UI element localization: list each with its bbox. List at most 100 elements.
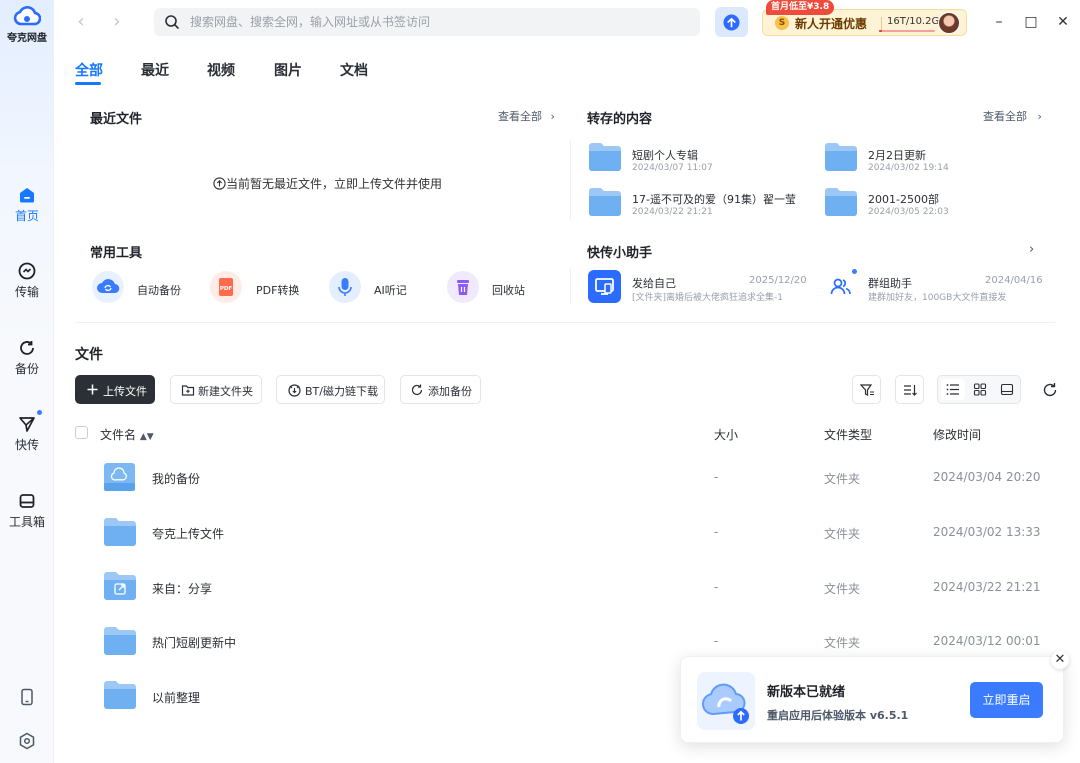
- saved-item-time: 2024/03/05 22:03: [868, 207, 949, 217]
- saved-item-0[interactable]: [588, 142, 622, 176]
- upload-arrow-icon: [723, 14, 740, 31]
- upload-file-label: 上传文件: [103, 385, 147, 398]
- chevron-right-icon: ›: [1037, 110, 1042, 123]
- upload-file-button[interactable]: 上传文件: [75, 375, 155, 404]
- search-bar[interactable]: [154, 8, 700, 36]
- rail-item-backup[interactable]: 备份: [0, 339, 54, 377]
- column-header-modified[interactable]: 修改时间: [933, 426, 981, 443]
- refresh-backup-icon: [411, 384, 423, 396]
- membership-promo[interactable]: 首月低至¥3.8 S 新人开通优惠 16T/10.2G: [762, 0, 967, 36]
- saved-item-name[interactable]: 2001-2500部: [868, 191, 939, 207]
- quick-item-name[interactable]: 群组助手: [868, 275, 912, 291]
- storage-usage-fill: [879, 30, 882, 32]
- new-folder-button[interactable]: 新建文件夹: [170, 375, 262, 404]
- refresh-button[interactable]: [1040, 380, 1060, 400]
- file-name[interactable]: 夸克上传文件: [152, 525, 224, 542]
- recent-see-all-link[interactable]: 查看全部 ›: [498, 108, 555, 124]
- maximize-button[interactable]: □: [1020, 11, 1042, 33]
- saved-see-all-link[interactable]: 查看全部 ›: [983, 108, 1042, 124]
- tool-ai-notes[interactable]: [329, 271, 361, 303]
- search-input[interactable]: [190, 8, 690, 36]
- tab-recent[interactable]: 最近: [141, 60, 169, 80]
- tab-document[interactable]: 文档: [340, 60, 368, 80]
- rail-item-transfer[interactable]: 传输: [0, 262, 54, 300]
- file-modified: 2024/03/12 00:01: [933, 634, 1041, 648]
- add-backup-button[interactable]: 添加备份: [400, 375, 481, 404]
- rail-label-home: 首页: [14, 209, 39, 223]
- tool-pdf-convert[interactable]: PDF: [210, 271, 242, 303]
- sort-button[interactable]: [895, 375, 924, 404]
- left-rail: 夸克网盘 首页 传输 备份 快传 工具箱: [0, 0, 54, 763]
- file-name[interactable]: 来自：分享: [152, 580, 212, 597]
- close-notification-button[interactable]: ✕: [1051, 651, 1069, 669]
- tab-all[interactable]: 全部: [75, 60, 103, 80]
- thumbnail-view-button[interactable]: [995, 379, 1019, 400]
- minimize-button[interactable]: –: [988, 11, 1010, 33]
- send-to-self-icon[interactable]: [588, 270, 621, 303]
- group-assistant-icon[interactable]: [826, 269, 857, 302]
- new-badge-dot: [852, 269, 857, 274]
- settings-button[interactable]: [0, 732, 54, 750]
- shared-folder-icon: [104, 572, 136, 600]
- restart-now-button[interactable]: 立即重启: [970, 682, 1043, 718]
- file-size: -: [714, 470, 719, 484]
- rail-label-backup: 备份: [14, 362, 39, 376]
- file-modified: 2024/03/22 21:21: [933, 580, 1041, 594]
- saved-item-name[interactable]: 17-遥不可及的爱（91集）翟一莹: [632, 191, 796, 207]
- tool-label: PDF转换: [256, 284, 300, 297]
- column-header-type[interactable]: 文件类型: [824, 426, 872, 443]
- rail-item-toolbox[interactable]: 工具箱: [0, 492, 54, 530]
- filter-button[interactable]: [852, 375, 881, 404]
- column-header-size[interactable]: 大小: [714, 426, 738, 443]
- column-header-name[interactable]: 文件名 ▲▼: [100, 426, 154, 443]
- pdf-file-icon: PDF: [219, 278, 233, 296]
- saved-item-time: 2024/03/22 21:21: [632, 207, 713, 217]
- avatar[interactable]: [938, 12, 960, 34]
- file-name[interactable]: 以前整理: [152, 689, 200, 706]
- quick-item-name[interactable]: 发给自己: [632, 275, 676, 291]
- select-all-checkbox[interactable]: [75, 426, 88, 439]
- saved-item-2[interactable]: [588, 187, 622, 221]
- quick-item-date: 2024/04/16: [985, 275, 1043, 286]
- quick-send-more-chevron[interactable]: ›: [1029, 242, 1034, 257]
- saved-see-all-label: 查看全部: [983, 110, 1027, 123]
- bt-magnet-download-button[interactable]: BT/磁力链下载: [276, 375, 385, 404]
- rail-label-quick-send: 快传: [14, 438, 39, 452]
- saved-item-time: 2024/03/07 11:07: [632, 163, 713, 173]
- list-view-button[interactable]: [941, 379, 965, 400]
- saved-item-time: 2024/03/02 19:14: [868, 163, 949, 173]
- close-window-button[interactable]: ✕: [1052, 11, 1074, 33]
- search-icon: [165, 15, 179, 29]
- tab-image[interactable]: 图片: [274, 60, 302, 80]
- phone-button[interactable]: [0, 688, 54, 706]
- tab-video[interactable]: 视频: [207, 60, 235, 80]
- saved-item-name[interactable]: 短剧个人专辑: [632, 147, 698, 163]
- file-name[interactable]: 我的备份: [152, 470, 200, 487]
- backup-folder-icon: [104, 463, 135, 491]
- rail-item-quick-send[interactable]: 快传: [0, 410, 54, 453]
- forward-button[interactable]: ›: [107, 12, 127, 32]
- back-button[interactable]: ‹: [71, 12, 91, 32]
- file-name[interactable]: 热门短剧更新中: [152, 634, 236, 651]
- grid-view-button[interactable]: [968, 379, 992, 400]
- tool-auto-backup[interactable]: [92, 271, 124, 303]
- file-type: 文件夹: [824, 582, 861, 596]
- file-size: -: [714, 634, 719, 648]
- update-subtitle: 重启应用后体验版本 v6.5.1: [767, 709, 909, 722]
- saved-item-name[interactable]: 2月2日更新: [868, 147, 926, 163]
- cloud-sync-icon: [97, 279, 120, 294]
- saved-item-1[interactable]: [824, 142, 858, 176]
- tool-recycle-bin[interactable]: [447, 271, 479, 303]
- rail-item-home[interactable]: 首页: [0, 186, 54, 224]
- microphone-icon: [338, 278, 352, 296]
- quick-item-desc: 建群加好友，100GB大文件直接发: [868, 293, 1007, 303]
- update-notification: 新版本已就绪 重启应用后体验版本 v6.5.1 立即重启: [680, 656, 1064, 743]
- saved-item-3[interactable]: [824, 187, 858, 221]
- app-name: 夸克网盘: [7, 33, 47, 44]
- upload-button[interactable]: [715, 7, 748, 37]
- bt-download-icon: [288, 384, 301, 397]
- update-app-icon: [697, 672, 755, 730]
- quick-item-desc: [文件夹]离婚后被大佬疯狂追求全集-1: [632, 293, 783, 303]
- file-size: -: [714, 525, 719, 539]
- active-tab-indicator: [75, 82, 101, 85]
